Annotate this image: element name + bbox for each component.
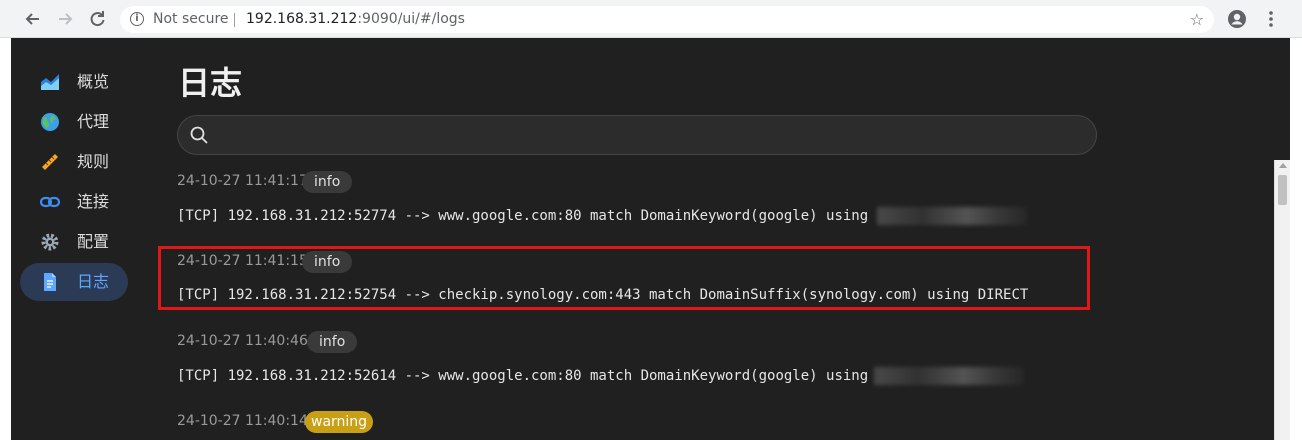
log-message: [TCP] 192.168.31.212:52614 --> www.googl… — [177, 367, 1025, 385]
log-time: 24-10-27 11:40:14 — [177, 413, 308, 429]
sidebar-item-label: 连接 — [77, 192, 110, 211]
page-margin-right — [1290, 38, 1302, 440]
profile-icon[interactable] — [1226, 8, 1248, 30]
highlight-box — [158, 246, 1090, 310]
sidebar-item-label: 代理 — [77, 112, 110, 131]
log-level-badge: info — [307, 331, 358, 353]
scroll-up-arrow-icon[interactable] — [1279, 163, 1287, 168]
search-input[interactable] — [177, 115, 1097, 155]
back-icon[interactable] — [22, 8, 44, 30]
forward-icon[interactable] — [54, 8, 76, 30]
sidebar-item-label: 概览 — [77, 72, 110, 91]
security-label: Not secure — [153, 11, 229, 27]
sidebar-item-logs[interactable]: 日志 — [20, 263, 128, 301]
sidebar-item-overview[interactable]: 概览 — [20, 63, 128, 101]
divider — [234, 13, 235, 27]
globe-icon — [40, 112, 60, 132]
chart-icon — [40, 72, 60, 92]
log-message-text: [TCP] 192.168.31.212:52614 --> www.googl… — [177, 368, 869, 384]
log-time: 24-10-27 11:40:46 — [177, 333, 308, 349]
sidebar-item-connections[interactable]: 连接 — [20, 183, 128, 221]
sidebar-item-label: 日志 — [77, 272, 110, 291]
scroll-thumb[interactable] — [1278, 175, 1287, 205]
scrollbar[interactable] — [1274, 160, 1290, 440]
url-text: 192.168.31.212:9090/ui/#/logs — [246, 6, 465, 33]
app-content: 概览 代理 规则 连接 配置 日志 日志 24-10-27 11:41:17 i… — [11, 38, 1290, 440]
menu-icon[interactable] — [1260, 8, 1282, 30]
browser-toolbar: i Not secure 192.168.31.212:9090/ui/#/lo… — [0, 0, 1302, 38]
sidebar-item-label: 配置 — [77, 232, 110, 251]
sidebar-item-config[interactable]: 配置 — [20, 223, 128, 261]
info-icon[interactable]: i — [130, 12, 144, 26]
search-icon — [190, 126, 208, 144]
sidebar-item-rules[interactable]: 规则 — [20, 143, 128, 181]
page-title: 日志 — [178, 64, 243, 102]
address-bar[interactable]: i Not secure 192.168.31.212:9090/ui/#/lo… — [120, 6, 1214, 33]
reload-icon[interactable] — [86, 8, 108, 30]
ruler-icon — [40, 152, 60, 172]
gear-icon — [40, 232, 60, 252]
page-margin-left — [0, 38, 11, 440]
log-level-badge: info — [302, 171, 353, 193]
document-icon — [40, 272, 60, 292]
sidebar-item-label: 规则 — [77, 152, 110, 171]
log-message: [TCP] 192.168.31.212:52774 --> www.googl… — [177, 207, 1027, 225]
log-level-badge: warning — [305, 411, 374, 433]
sidebar-item-proxy[interactable]: 代理 — [20, 103, 128, 141]
url-path: :9090/ui/#/logs — [357, 11, 465, 27]
redacted-text — [874, 367, 1025, 385]
bookmark-star-icon[interactable]: ☆ — [1190, 6, 1204, 33]
link-icon — [39, 192, 61, 212]
redacted-text — [876, 207, 1027, 225]
log-time: 24-10-27 11:41:17 — [177, 173, 308, 189]
log-message-text: [TCP] 192.168.31.212:52774 --> www.googl… — [177, 208, 877, 224]
url-host: 192.168.31.212 — [246, 11, 358, 27]
